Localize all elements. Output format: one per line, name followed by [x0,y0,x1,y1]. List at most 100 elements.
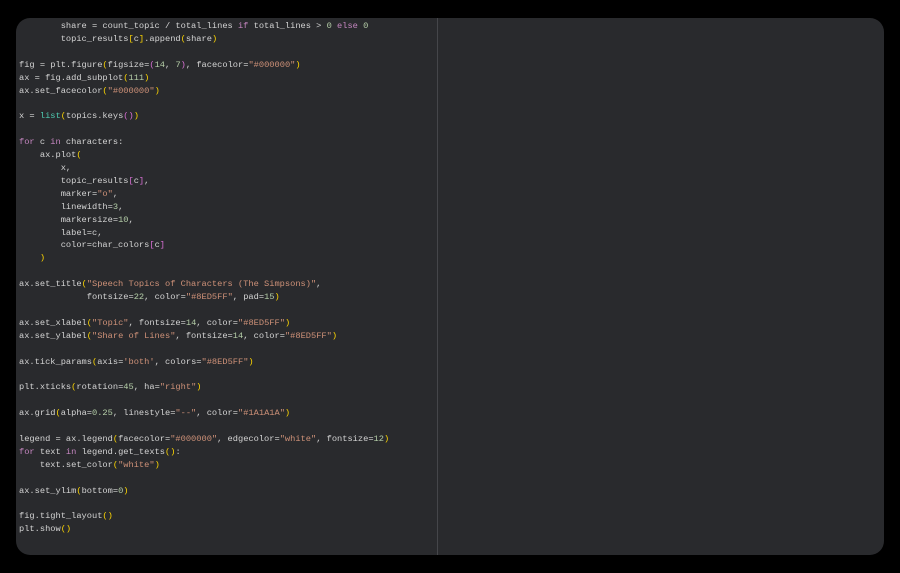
code-line: x, [19,162,389,175]
code-token: , colors= [154,356,202,367]
code-token: "#8ED5FF" [284,330,332,341]
code-token: 14 [232,330,244,341]
code-token: facecolor= [118,434,171,444]
code-token: ax.set_facecolor [19,85,103,96]
code-line: ) [19,252,389,265]
code-token: () [102,511,113,522]
code-token: ] [159,240,165,251]
code-token: , color= [196,408,238,419]
code-line: x = list(topics.keys()) [19,110,389,123]
pane-divider[interactable] [437,18,438,555]
code-token: ) [331,330,338,341]
code-token: "#8ED5FF" [185,292,233,303]
code-token: topic_results [19,33,129,44]
code-token: 12 [373,434,384,444]
code-token: ) [211,33,218,44]
code-line: marker="o", [19,188,389,201]
code-line: fontsize=22, color="#8ED5FF", pad=15) [19,291,389,304]
code-token: 15 [264,292,275,303]
code-token: "#1A1A1A" [238,408,285,419]
code-token: axis= [97,356,124,367]
code-token: , [165,59,176,70]
code-token: , ha= [133,382,160,393]
code-token: "Share of Lines" [92,330,176,341]
code-token: , fontsize= [128,317,186,328]
code-token: "#000000" [170,434,218,444]
code-token: , [118,201,124,212]
code-token: topics.keys [65,111,124,122]
code-token: 111 [128,72,145,83]
code-token: "white" [279,434,317,444]
code-token: rotation= [76,382,124,393]
code-token: ) [196,382,202,393]
code-line: linewidth=3, [19,201,389,214]
code-editor-text[interactable]: share = count_topic / total_lines if tot… [19,20,389,536]
code-token: , [316,279,322,290]
code-line: ax.set_title("Speech Topics of Character… [19,278,389,291]
code-line: ax.set_xlabel("Topic", fontsize=14, colo… [19,317,389,330]
code-line: fig.tight_layout() [19,510,389,523]
code-token: share = count_topic / total_lines [19,21,238,31]
code-token: label=c, [19,227,103,238]
code-line: plt.show() [19,523,389,536]
code-token: alpha= [60,408,92,419]
code-token: "#000000" [107,85,155,96]
code-token: legend.get_texts [76,446,165,457]
code-editor-window: share = count_topic / total_lines if tot… [16,18,884,555]
code-token: text.set_color [19,459,113,470]
code-token: ) [248,356,254,367]
code-token: ) [39,253,46,264]
code-token: ax.grid [19,408,56,419]
code-token: markersize= [19,214,119,225]
code-token: "--" [175,408,197,419]
code-token: characters: [60,137,124,148]
code-token: , [128,214,134,225]
code-line: ax.set_facecolor("#000000") [19,85,389,98]
code-token: , facecolor= [185,59,249,70]
code-token: share [185,33,212,44]
code-token: 0.25 [92,408,113,419]
code-token: 0 [363,21,369,31]
code-token: "o" [97,188,113,199]
code-token: ) [295,59,301,70]
code-token: 'both' [123,356,155,367]
code-token: ( [76,150,82,161]
code-token: figsize= [107,59,150,70]
code-token: x = [19,111,40,122]
code-token: in [65,446,77,457]
code-token: , [144,175,150,186]
code-token: ) [133,111,139,122]
code-token: ) [154,85,160,96]
code-token: "#8ED5FF" [238,317,285,328]
code-line: topic_results[c].append(share) [19,33,389,46]
code-token: ) [284,317,291,328]
code-line: for text in legend.get_texts(): [19,446,389,459]
code-token: ax.tick_params [19,356,92,367]
code-line: ax.tick_params(axis='both', colors="#8ED… [19,356,389,369]
code-token: , pad= [232,292,265,303]
code-line: ax = fig.add_subplot(111) [19,72,389,85]
code-token: in [50,137,61,148]
code-token: for [19,446,35,457]
code-token: plt.xticks [19,382,72,393]
code-token: 14 [185,317,197,328]
code-token: 10 [118,214,129,225]
code-line: label=c, [19,227,389,240]
code-token: fontsize= [19,292,134,303]
code-line: color=char_colors[c] [19,239,389,252]
code-token: if [237,21,249,31]
code-token: marker= [19,188,98,199]
code-line: markersize=10, [19,214,389,227]
code-token: , color= [144,292,186,303]
code-token: fig.tight_layout [19,511,103,522]
code-line: ax.set_ylabel("Share of Lines", fontsize… [19,330,389,343]
code-token: "Speech Topics of Characters (The Simpso… [86,279,317,290]
code-line: fig = plt.figure(figsize=(14, 7), faceco… [19,59,389,72]
code-token: color=char_colors [19,240,150,251]
